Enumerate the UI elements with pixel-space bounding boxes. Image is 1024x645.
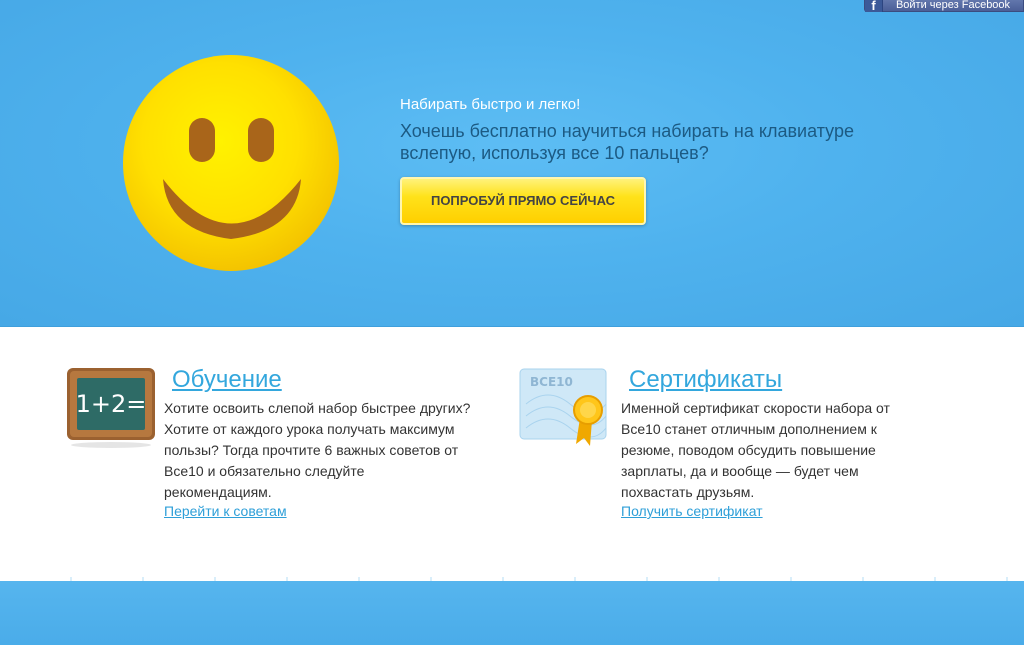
certificates-description: Именной сертификат скорости набора от Вс… [621,400,890,500]
facebook-login-label: Войти через Facebook [895,0,1011,11]
hero-text: Набирать быстро и легко! Хочешь бесплатн… [400,96,860,164]
hero-subtitle: Набирать быстро и легко! [400,96,581,113]
tips-link[interactable]: Перейти к советам [164,503,287,519]
chalkboard-icon: 1+2= [67,368,155,448]
certificate-text: ВСЕ10 [530,375,573,389]
facebook-icon: f [865,0,883,12]
facebook-login-button[interactable]: f Войти через Facebook [864,0,1024,12]
features-section: 1+2= Обучение Хотите освоить слепой набо… [0,328,1024,581]
hero-title: Хочешь бесплатно научиться набирать на к… [400,121,854,163]
try-now-button[interactable]: ПОПРОБУЙ ПРЯМО СЕЙЧАС [400,177,646,225]
certificates-title[interactable]: Сертификаты [629,366,782,394]
chalkboard-text: 1+2= [76,390,147,418]
footer-band [0,581,1024,645]
learning-title[interactable]: Обучение [172,366,282,394]
certificate-icon: ВСЕ10 [519,368,607,446]
hero-banner: f Войти через Facebook Набирать быстро и… [0,0,1024,327]
get-certificate-link[interactable]: Получить сертификат [621,503,763,519]
learning-description: Хотите освоить слепой набор быстрее друг… [164,400,471,500]
smiley-icon [123,55,339,271]
